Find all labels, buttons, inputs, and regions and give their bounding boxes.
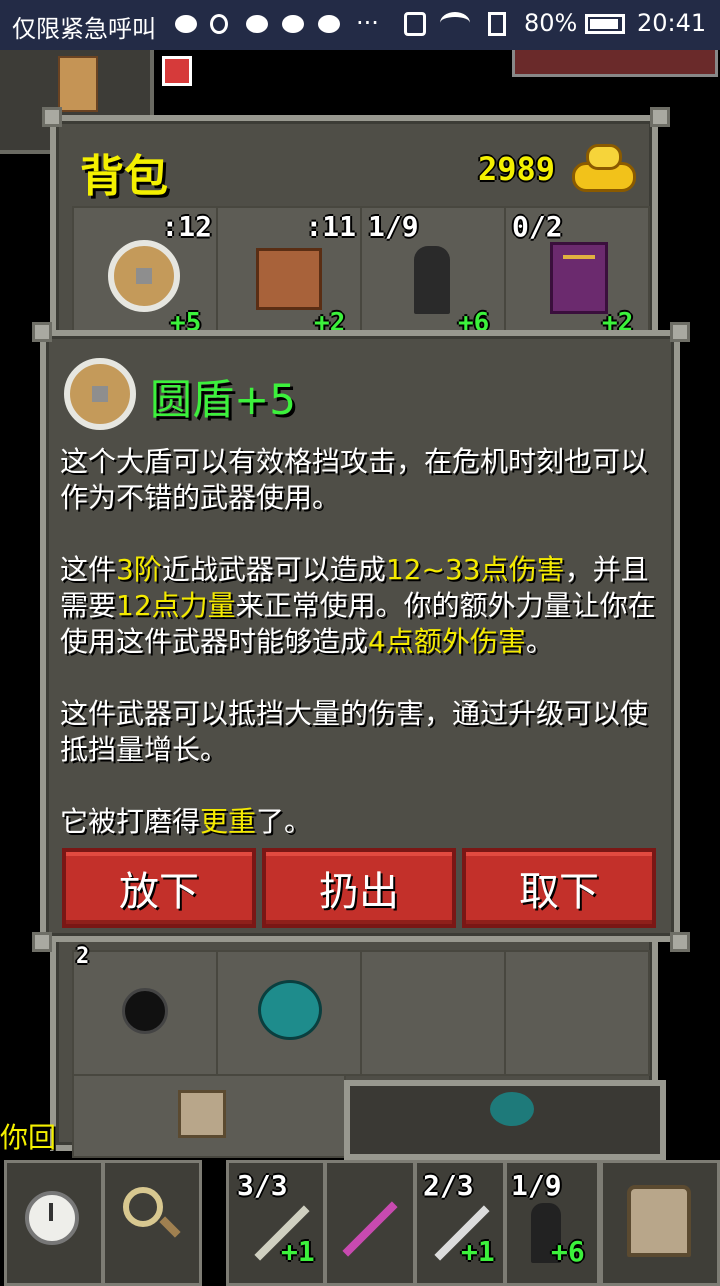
buff-icon — [162, 56, 192, 86]
panel-rivet — [650, 107, 670, 127]
quickslot-3[interactable]: 2/3 +1 — [414, 1160, 506, 1286]
seed-pouch-icon — [490, 1092, 534, 1126]
slot-charge: 0/2 — [512, 210, 563, 243]
mute-icon — [404, 12, 426, 36]
gold-amount: 2989 — [478, 150, 556, 188]
wechat-icon — [282, 15, 304, 33]
panel-rivet — [42, 107, 62, 127]
round-shield-icon — [64, 358, 136, 430]
quickslot-4[interactable]: 1/9 +6 — [504, 1160, 600, 1286]
search-button[interactable] — [102, 1160, 202, 1286]
quickslot-charge: 2/3 — [423, 1169, 474, 1202]
quickslot-upgrade: +6 — [551, 1235, 585, 1268]
battery-percent: 80% — [524, 9, 578, 37]
item-description: 这个大盾可以有效格挡攻击，在危机时刻也可以作为不错的武器使用。 这件3阶近战武器… — [60, 444, 660, 840]
description-para-4: 它被打磨得更重了。 — [60, 805, 313, 838]
top-right-hud — [512, 50, 718, 77]
hero-avatar — [58, 56, 98, 112]
secondary-bag-panel — [344, 1080, 666, 1160]
inventory-slot[interactable]: 0/2 +2 — [504, 206, 650, 338]
emergency-call-text: 仅限紧急呼叫 — [12, 15, 156, 43]
description-para-1: 这个大盾可以有效格挡攻击，在危机时刻也可以作为不错的武器使用。 — [60, 445, 649, 514]
inventory-slot[interactable] — [72, 1074, 346, 1158]
inventory-slot[interactable]: :11 +2 — [216, 206, 362, 338]
slot-level: :11 — [305, 210, 356, 243]
battery-icon — [585, 14, 625, 34]
quickslot-charge: 1/9 — [511, 1169, 562, 1202]
inventory-slot[interactable] — [216, 950, 362, 1076]
inventory-slot[interactable] — [360, 950, 506, 1076]
item-name: 圆盾+5 — [150, 375, 296, 424]
inventory-button[interactable] — [600, 1160, 720, 1286]
clock-icon — [25, 1191, 79, 1245]
quickslot-upgrade: +1 — [461, 1235, 495, 1268]
magnifier-icon — [123, 1187, 163, 1227]
weibo-icon — [210, 14, 228, 34]
bomb-icon — [122, 988, 168, 1034]
status-bar: 仅限紧急呼叫 ··· 80% 20:41 — [0, 0, 720, 50]
slot-level: :12 — [161, 210, 212, 243]
slot-quantity: 2 — [76, 944, 90, 969]
wechat-icon — [246, 15, 268, 33]
wifi-icon — [440, 12, 470, 34]
backpack-title: 背包 — [80, 151, 168, 202]
drop-button[interactable]: 放下 — [62, 848, 256, 928]
backpack-bag-icon — [178, 1090, 226, 1138]
inventory-slot[interactable]: 2 — [72, 944, 218, 1076]
panel-rivet — [32, 322, 52, 342]
quickslot-upgrade: +1 — [281, 1235, 315, 1268]
backpack-icon — [627, 1185, 691, 1257]
inventory-slot[interactable] — [504, 950, 650, 1076]
magnifier-handle — [159, 1216, 181, 1238]
quickslot-1[interactable]: 3/3 +1 — [226, 1160, 326, 1286]
unequip-button[interactable]: 取下 — [462, 848, 656, 928]
throw-button[interactable]: 扔出 — [262, 848, 456, 928]
clock: 20:41 — [637, 9, 707, 37]
wechat-icon — [175, 15, 197, 33]
description-para-2: 这件3阶近战武器可以造成12~33点伤害，并且需要12点力量来正常使用。你的额外… — [60, 553, 656, 658]
description-para-3: 这件武器可以抵挡大量的伤害，通过升级可以使抵挡量增长。 — [60, 697, 649, 766]
inventory-slot[interactable]: 1/9 +6 — [360, 206, 506, 338]
wait-button[interactable] — [4, 1160, 104, 1286]
game-log-text: 你回 — [0, 1121, 57, 1154]
seed-pouch-icon — [258, 980, 322, 1040]
quickslot-charge: 3/3 — [237, 1169, 288, 1202]
wand-icon — [342, 1201, 398, 1257]
panel-rivet — [670, 322, 690, 342]
quickslot-2[interactable] — [324, 1160, 416, 1286]
slot-charge: 1/9 — [368, 210, 419, 243]
cloak-icon — [414, 246, 450, 314]
spellbook-icon — [550, 242, 608, 314]
wechat-icon — [318, 15, 340, 33]
sim-icon — [488, 12, 506, 36]
round-shield-icon — [108, 240, 180, 312]
panel-rivet — [670, 932, 690, 952]
panel-rivet — [32, 932, 52, 952]
inventory-slot[interactable]: :12 +5 — [72, 206, 218, 338]
gold-pile-icon — [572, 140, 636, 192]
more-notifications: ··· — [356, 9, 379, 37]
leather-armor-icon — [256, 248, 322, 310]
